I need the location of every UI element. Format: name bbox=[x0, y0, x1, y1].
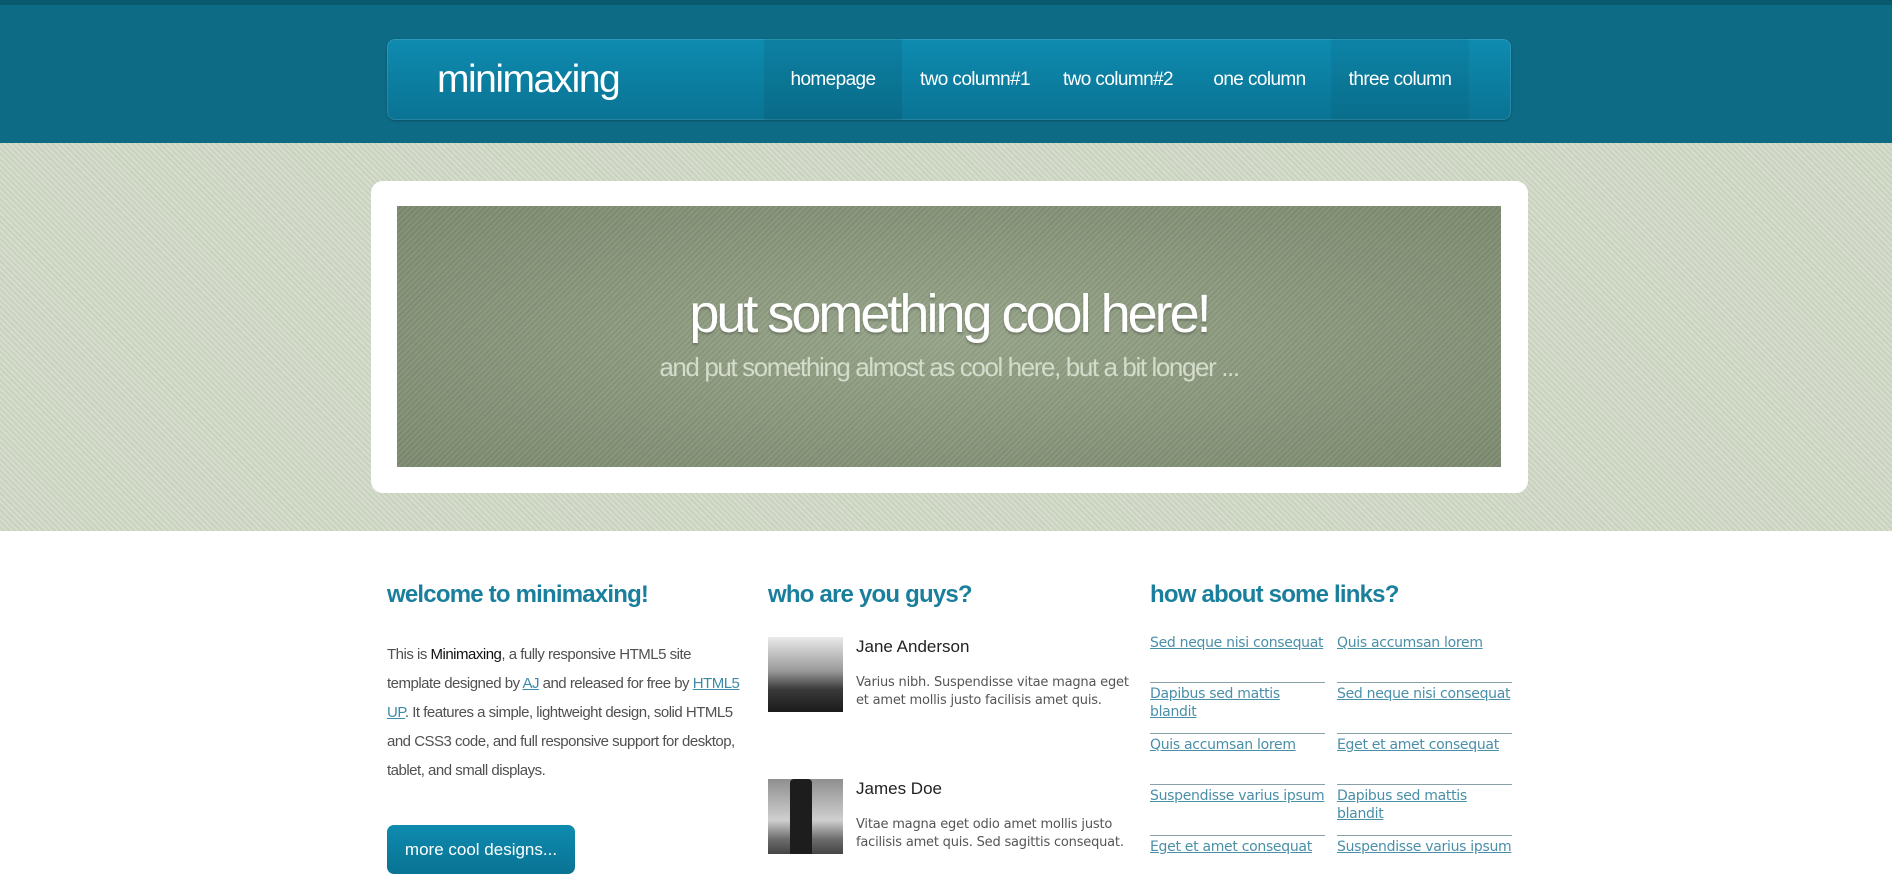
hero-banner: put something cool here! and put somethi… bbox=[0, 143, 1892, 531]
person-name: James Doe bbox=[856, 779, 942, 798]
link-item[interactable]: Eget et amet consequat bbox=[1337, 734, 1512, 785]
author-link[interactable]: AJ bbox=[522, 675, 539, 692]
person-name: Jane Anderson bbox=[856, 637, 970, 656]
link-item[interactable]: Suspendisse varius ipsum bbox=[1337, 836, 1512, 887]
navbar: minimaxing homepage two column#1 two col… bbox=[387, 39, 1511, 120]
link-item[interactable]: Dapibus sed mattis blandit bbox=[1337, 785, 1512, 836]
person-description: Varius nibh. Suspendisse vitae magna ege… bbox=[856, 675, 1129, 708]
links-heading: how about some links? bbox=[1150, 581, 1399, 608]
welcome-text-part: . It features a simple, lightweight desi… bbox=[387, 704, 735, 779]
welcome-text: This is Minimaxing, a fully responsive H… bbox=[387, 640, 747, 785]
nav-item-two-column-1[interactable]: two column#1 bbox=[902, 39, 1048, 120]
link-item[interactable]: Suspendisse varius ipsum bbox=[1150, 785, 1325, 836]
person-photo bbox=[768, 637, 843, 712]
banner-image: put something cool here! and put somethi… bbox=[397, 206, 1501, 467]
welcome-section: welcome to minimaxing! This is Minimaxin… bbox=[387, 581, 747, 874]
welcome-text-part: and released for free by bbox=[538, 675, 693, 692]
link-item[interactable]: Eget et amet consequat bbox=[1150, 836, 1325, 887]
main-nav: homepage two column#1 two column#2 one c… bbox=[764, 39, 1469, 120]
site-header: minimaxing homepage two column#1 two col… bbox=[0, 0, 1892, 143]
more-designs-button[interactable]: more cool designs... bbox=[387, 825, 575, 874]
link-item[interactable]: Dapibus sed mattis blandit bbox=[1150, 683, 1325, 734]
links-column-right: Quis accumsan lorem Sed neque nisi conse… bbox=[1337, 632, 1512, 887]
link-item[interactable]: Sed neque nisi consequat bbox=[1150, 632, 1325, 683]
person-photo bbox=[768, 779, 843, 854]
nav-item-homepage[interactable]: homepage bbox=[764, 39, 902, 120]
banner-subtitle: and put something almost as cool here, b… bbox=[659, 352, 1240, 382]
welcome-heading: welcome to minimaxing! bbox=[387, 581, 649, 608]
links-section: how about some links? Sed neque nisi con… bbox=[1150, 581, 1512, 855]
brand-name: Minimaxing bbox=[430, 646, 502, 663]
nav-item-one-column[interactable]: one column bbox=[1188, 39, 1331, 120]
link-item[interactable]: Quis accumsan lorem bbox=[1150, 734, 1325, 785]
team-section: who are you guys? Jane Anderson Varius n… bbox=[768, 581, 1138, 854]
welcome-text-part: This is bbox=[387, 646, 431, 663]
person-description: Vitae magna eget odio amet mollis justo … bbox=[856, 817, 1124, 850]
nav-item-two-column-2[interactable]: two column#2 bbox=[1048, 39, 1188, 120]
nav-item-three-column[interactable]: three column bbox=[1331, 39, 1469, 120]
site-logo[interactable]: minimaxing bbox=[437, 39, 621, 120]
links-column-left: Sed neque nisi consequat Dapibus sed mat… bbox=[1150, 632, 1325, 887]
banner-frame: put something cool here! and put somethi… bbox=[371, 181, 1528, 493]
banner-title: put something cool here! bbox=[689, 284, 1211, 344]
team-heading: who are you guys? bbox=[768, 581, 973, 608]
link-item[interactable]: Sed neque nisi consequat bbox=[1337, 683, 1512, 734]
link-item[interactable]: Quis accumsan lorem bbox=[1337, 632, 1512, 683]
person-silhouette bbox=[790, 779, 812, 854]
